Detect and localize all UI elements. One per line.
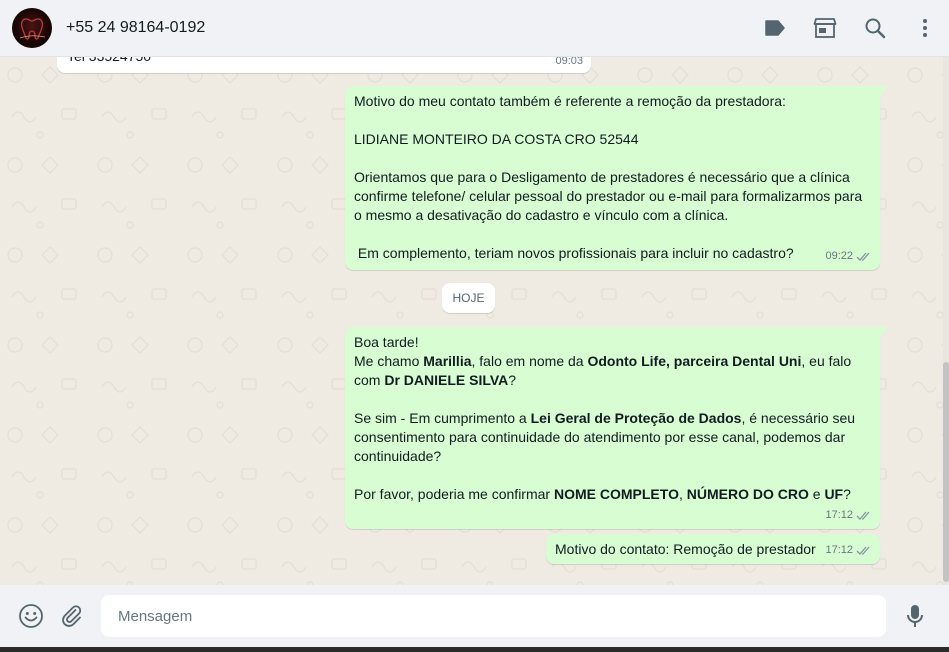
message-time: 17:12 bbox=[825, 544, 853, 556]
message-time: 09:03 bbox=[555, 57, 583, 67]
menu-icon[interactable] bbox=[913, 16, 937, 40]
message-meta: 09:22 bbox=[825, 247, 872, 266]
plain-text: e bbox=[808, 486, 825, 502]
double-check-icon bbox=[856, 510, 872, 521]
bubble-tail bbox=[880, 327, 888, 337]
bold-text: Marillia bbox=[423, 353, 472, 369]
message-meta: 09:03 bbox=[555, 57, 583, 71]
message-outgoing[interactable]: Motivo do contato: Remoção de prestador … bbox=[546, 534, 880, 564]
bold-text: NOME COMPLETO bbox=[553, 486, 679, 502]
header-actions bbox=[737, 16, 937, 40]
plain-text: , falo em nome da bbox=[471, 353, 588, 369]
message-composer bbox=[0, 585, 949, 647]
double-check-icon bbox=[856, 251, 872, 262]
emoji-icon[interactable] bbox=[18, 603, 44, 629]
contact-avatar[interactable] bbox=[12, 8, 52, 48]
message-outgoing[interactable]: Motivo do meu contato também é referente… bbox=[345, 86, 888, 270]
message-line: Me chamo Marillia, falo em nome da Odont… bbox=[354, 352, 872, 390]
message-meta: 17:12 bbox=[825, 541, 872, 560]
message-time: 09:22 bbox=[825, 250, 853, 262]
message-text: Motivo do meu contato também é referente… bbox=[354, 93, 863, 261]
bold-text: Dr DANIELE SILVA bbox=[384, 372, 509, 388]
bold-text: UF bbox=[824, 486, 844, 502]
double-check-icon bbox=[856, 545, 872, 556]
chat-scrollbar[interactable] bbox=[943, 57, 949, 585]
tooth-logo-icon bbox=[19, 18, 46, 40]
message-text: Boa tarde! Me chamo Marillia, falo em no… bbox=[345, 327, 880, 504]
plain-text: Me chamo bbox=[354, 353, 424, 369]
message-line: Boa tarde! bbox=[354, 333, 872, 352]
message-outgoing[interactable]: Boa tarde! Me chamo Marillia, falo em no… bbox=[345, 327, 888, 529]
attach-icon[interactable] bbox=[59, 603, 85, 629]
message-input[interactable] bbox=[101, 595, 886, 637]
message-line: Por favor, poderia me confirmar NOME COM… bbox=[354, 485, 872, 504]
bubble-tail bbox=[880, 86, 888, 96]
label-icon[interactable] bbox=[763, 16, 787, 40]
mic-icon[interactable] bbox=[902, 603, 928, 629]
plain-text: Por favor, poderia me confirmar bbox=[354, 486, 554, 502]
contact-name[interactable]: +55 24 98164-0192 bbox=[66, 19, 205, 37]
plain-text: , bbox=[678, 486, 687, 502]
plain-text: ? bbox=[508, 372, 517, 388]
bold-text: Odonto Life, parceira Dental Uni bbox=[587, 353, 802, 369]
message-incoming[interactable]: Tel 33524750 09:03 bbox=[57, 57, 591, 73]
plain-text: ? bbox=[843, 486, 851, 502]
search-icon[interactable] bbox=[863, 16, 887, 40]
chat-header: +55 24 98164-0192 bbox=[0, 0, 949, 57]
day-separator: HOJE bbox=[442, 283, 495, 313]
message-line: Se sim - Em cumprimento a Lei Geral de P… bbox=[354, 409, 872, 466]
message-meta: 17:12 bbox=[825, 506, 872, 525]
message-time: 17:12 bbox=[825, 509, 853, 521]
catalog-icon[interactable] bbox=[813, 16, 837, 40]
bold-text: NÚMERO DO CRO bbox=[686, 486, 809, 502]
plain-text: Se sim - Em cumprimento a bbox=[354, 410, 531, 426]
greeting-text: Boa tarde! bbox=[354, 334, 419, 350]
scrollbar-thumb[interactable] bbox=[943, 362, 949, 582]
window-bottom-edge bbox=[0, 647, 949, 652]
message-text: Tel 33524750 bbox=[67, 57, 151, 66]
bold-text: Lei Geral de Proteção de Dados bbox=[530, 410, 742, 426]
